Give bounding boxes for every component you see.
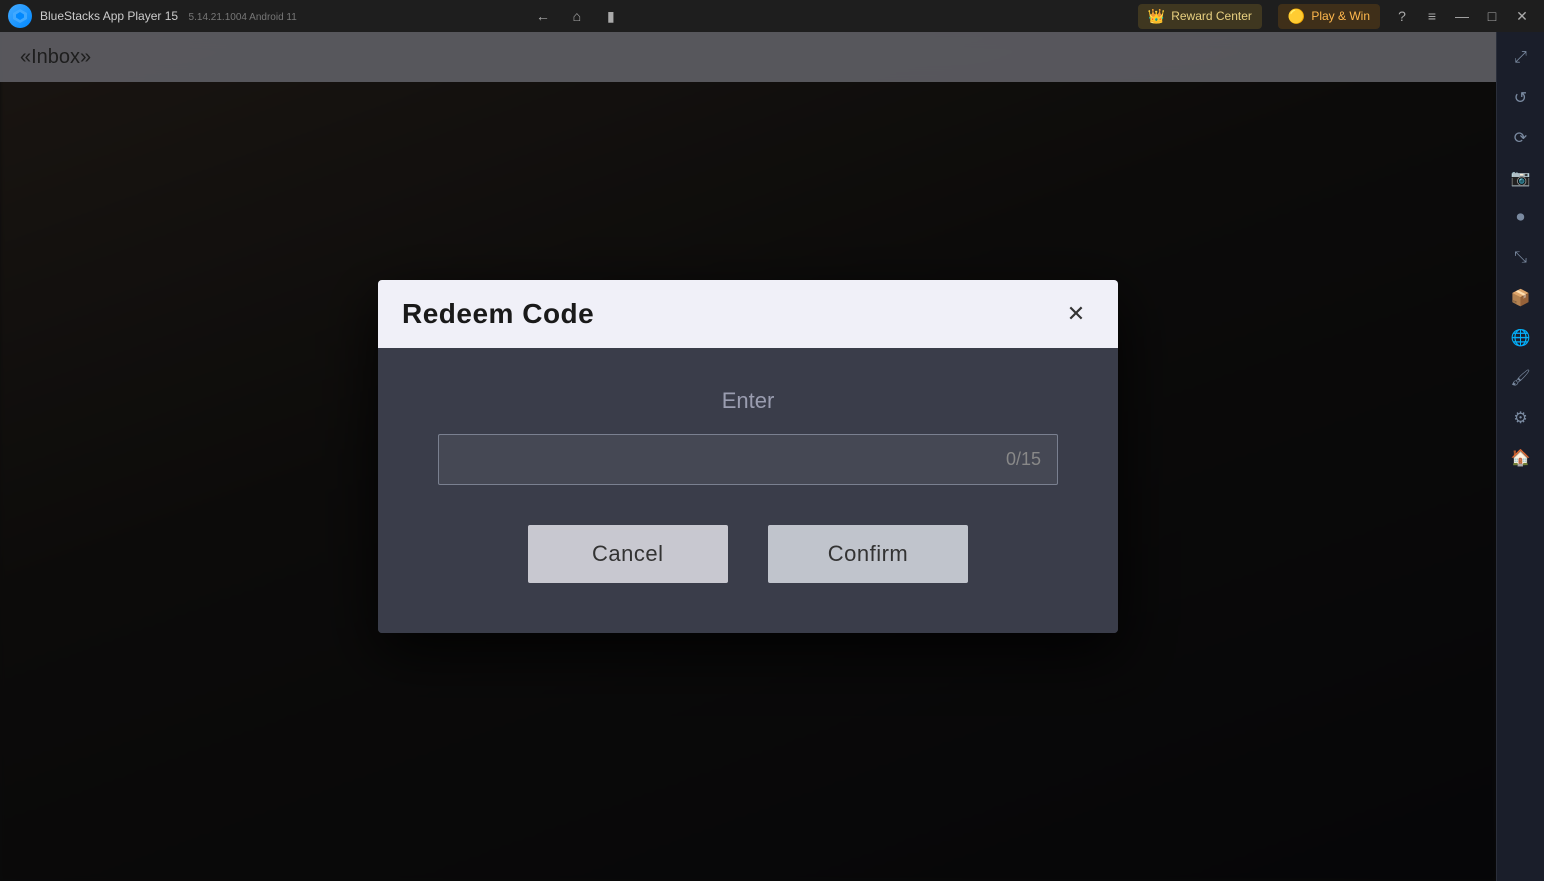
back-button[interactable]: ← bbox=[529, 2, 557, 30]
sidebar-refresh-button[interactable]: ↺ bbox=[1503, 80, 1539, 116]
app-version-text: 5.14.21.1004 Android 11 bbox=[189, 12, 297, 23]
cancel-button[interactable]: Cancel bbox=[528, 525, 728, 583]
globe-icon: 🌐 bbox=[1511, 328, 1531, 348]
expand-icon: ⤢ bbox=[1514, 49, 1527, 67]
modal-buttons: Cancel Confirm bbox=[438, 525, 1058, 583]
modal-close-button[interactable]: ✕ bbox=[1058, 296, 1094, 332]
title-bar-left: BlueStacks App Player 15 5.14.21.1004 An… bbox=[0, 4, 521, 28]
sidebar-record-button[interactable]: ⏺ bbox=[1503, 200, 1539, 236]
minimize-button[interactable]: — bbox=[1448, 2, 1476, 30]
title-bar-nav: ← ⌂ ▮ bbox=[521, 2, 633, 30]
apk-icon: 📦 bbox=[1511, 288, 1531, 308]
help-button[interactable]: ? bbox=[1388, 2, 1416, 30]
code-input-display[interactable]: 0/15 bbox=[438, 434, 1058, 485]
sidebar-brush-button[interactable]: 🖌 bbox=[1503, 360, 1539, 396]
confirm-button[interactable]: Confirm bbox=[768, 525, 969, 583]
zoom-icon: ⤡ bbox=[1514, 249, 1527, 267]
copy-button[interactable]: ▮ bbox=[597, 2, 625, 30]
code-input-counter-text: 0/15 bbox=[1006, 449, 1041, 469]
record-icon: ⏺ bbox=[1516, 209, 1524, 227]
reward-center-label: Reward Center bbox=[1171, 9, 1252, 23]
main-content: «Inbox» Redeem Code ✕ Enter 0/15 bbox=[0, 32, 1496, 881]
play-win-button[interactable]: 🟡 Play & Win bbox=[1278, 4, 1380, 29]
title-bar-center: 👑 Reward Center 🟡 Play & Win bbox=[1138, 4, 1380, 29]
crown-icon: 👑 bbox=[1148, 8, 1165, 25]
bluestacks-logo bbox=[8, 4, 32, 28]
sidebar-screenshot-button[interactable]: 📷 bbox=[1503, 160, 1539, 196]
sidebar-globe-button[interactable]: 🌐 bbox=[1503, 320, 1539, 356]
screenshot-icon: 📷 bbox=[1511, 168, 1531, 188]
rotate-icon: ⟳ bbox=[1514, 128, 1527, 148]
reward-center-button[interactable]: 👑 Reward Center bbox=[1138, 4, 1262, 29]
refresh-icon: ↺ bbox=[1514, 88, 1527, 108]
sidebar-settings-button[interactable]: ⚙ bbox=[1503, 400, 1539, 436]
brush-icon: 🖌 bbox=[1510, 368, 1530, 388]
title-bar-right: ? ≡ — □ ✕ bbox=[1380, 2, 1544, 30]
sidebar-expand-button[interactable]: ⤢ bbox=[1503, 40, 1539, 76]
sidebar-rotate-button[interactable]: ⟳ bbox=[1503, 120, 1539, 156]
menu-button[interactable]: ≡ bbox=[1418, 2, 1446, 30]
sidebar-home-button[interactable]: 🏠 bbox=[1503, 440, 1539, 476]
code-input-container: 0/15 bbox=[438, 434, 1058, 485]
modal-title: Redeem Code bbox=[402, 298, 594, 330]
title-bar: BlueStacks App Player 15 5.14.21.1004 An… bbox=[0, 0, 1544, 32]
app-name-label: BlueStacks App Player 15 5.14.21.1004 An… bbox=[40, 7, 297, 25]
enter-label: Enter bbox=[722, 388, 775, 414]
right-sidebar: ⤢ ↺ ⟳ 📷 ⏺ ⤡ 📦 🌐 🖌 ⚙ 🏠 bbox=[1496, 32, 1544, 881]
play-win-label: Play & Win bbox=[1311, 9, 1370, 23]
sidebar-zoom-button[interactable]: ⤡ bbox=[1503, 240, 1539, 276]
home-icon: 🏠 bbox=[1511, 448, 1531, 468]
modal-header: Redeem Code ✕ bbox=[378, 280, 1118, 348]
app-name-text: BlueStacks App Player 15 bbox=[40, 9, 178, 23]
coin-icon: 🟡 bbox=[1288, 8, 1305, 25]
redeem-code-modal: Redeem Code ✕ Enter 0/15 Cancel Confirm bbox=[378, 280, 1118, 633]
sidebar-apk-button[interactable]: 📦 bbox=[1503, 280, 1539, 316]
settings-icon: ⚙ bbox=[1513, 408, 1527, 428]
modal-backdrop: Redeem Code ✕ Enter 0/15 Cancel Confirm bbox=[0, 32, 1496, 881]
close-x-icon: ✕ bbox=[1067, 301, 1085, 327]
maximize-button[interactable]: □ bbox=[1478, 2, 1506, 30]
modal-body: Enter 0/15 Cancel Confirm bbox=[378, 348, 1118, 633]
home-button[interactable]: ⌂ bbox=[563, 2, 591, 30]
close-button[interactable]: ✕ bbox=[1508, 2, 1536, 30]
